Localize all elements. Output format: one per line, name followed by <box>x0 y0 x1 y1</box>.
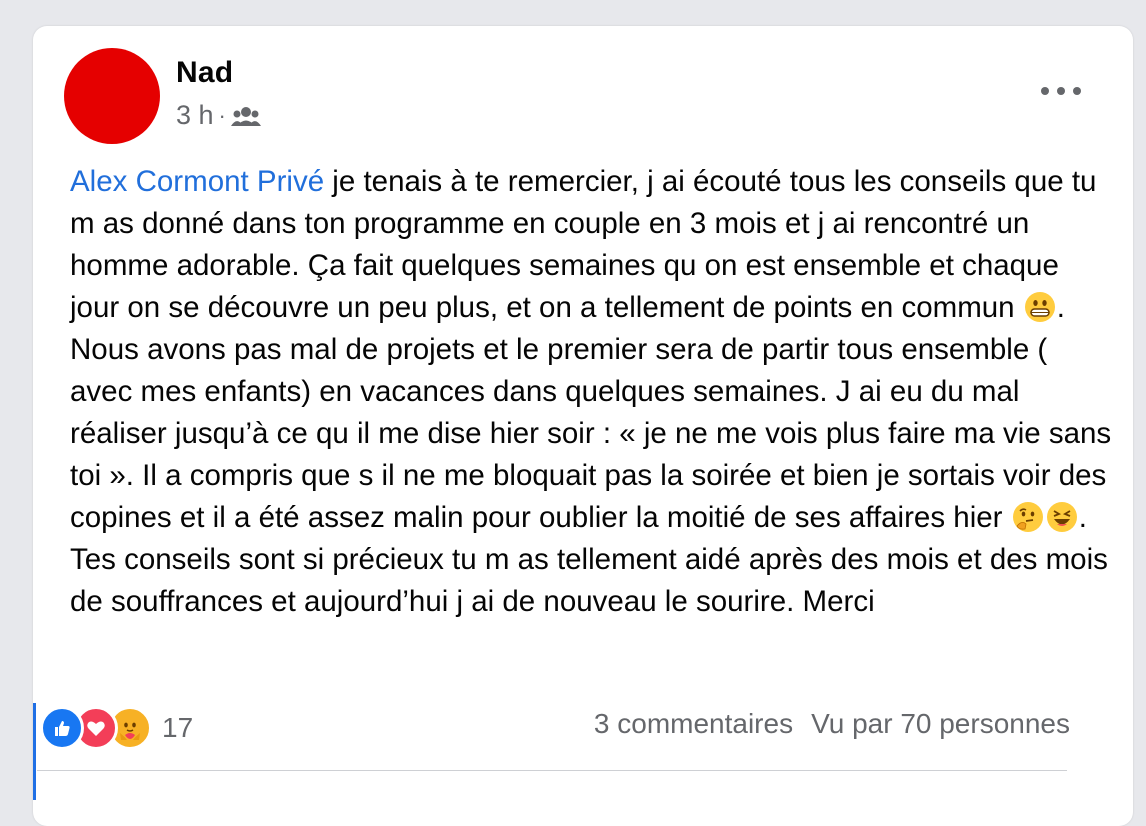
left-accent-bar <box>33 703 36 800</box>
views-count[interactable]: Vu par 70 personnes <box>811 708 1070 740</box>
more-options-button[interactable] <box>1041 76 1081 106</box>
like-reaction-icon <box>40 706 84 750</box>
reaction-count: 17 <box>162 712 194 743</box>
reactions-summary[interactable]: 17 <box>40 706 193 750</box>
comments-count-link[interactable]: 3 commentaires <box>594 708 793 740</box>
grinning-face-emoji <box>1024 292 1055 322</box>
more-horizontal-icon <box>1041 87 1049 95</box>
post-time[interactable]: 3 h <box>176 100 214 131</box>
footer-divider <box>37 770 1067 771</box>
avatar[interactable] <box>64 48 160 144</box>
thinking-face-emoji <box>1012 502 1043 532</box>
post-text-part2: . Nous avons pas mal de projets et le pr… <box>70 291 1112 534</box>
laughing-face-emoji <box>1046 502 1077 532</box>
meta-separator: · <box>218 102 226 128</box>
group-icon[interactable] <box>230 104 261 128</box>
post-footer: 17 3 commentaires Vu par 70 personnes <box>40 700 1070 750</box>
post-stats: 3 commentaires Vu par 70 personnes <box>594 708 1070 740</box>
post-body: Alex Cormont Privé je tenais à te remerc… <box>70 161 1115 623</box>
post-meta: 3 h · <box>176 100 261 131</box>
author-name[interactable]: Nad <box>176 56 233 90</box>
mention-link[interactable]: Alex Cormont Privé <box>70 165 324 198</box>
